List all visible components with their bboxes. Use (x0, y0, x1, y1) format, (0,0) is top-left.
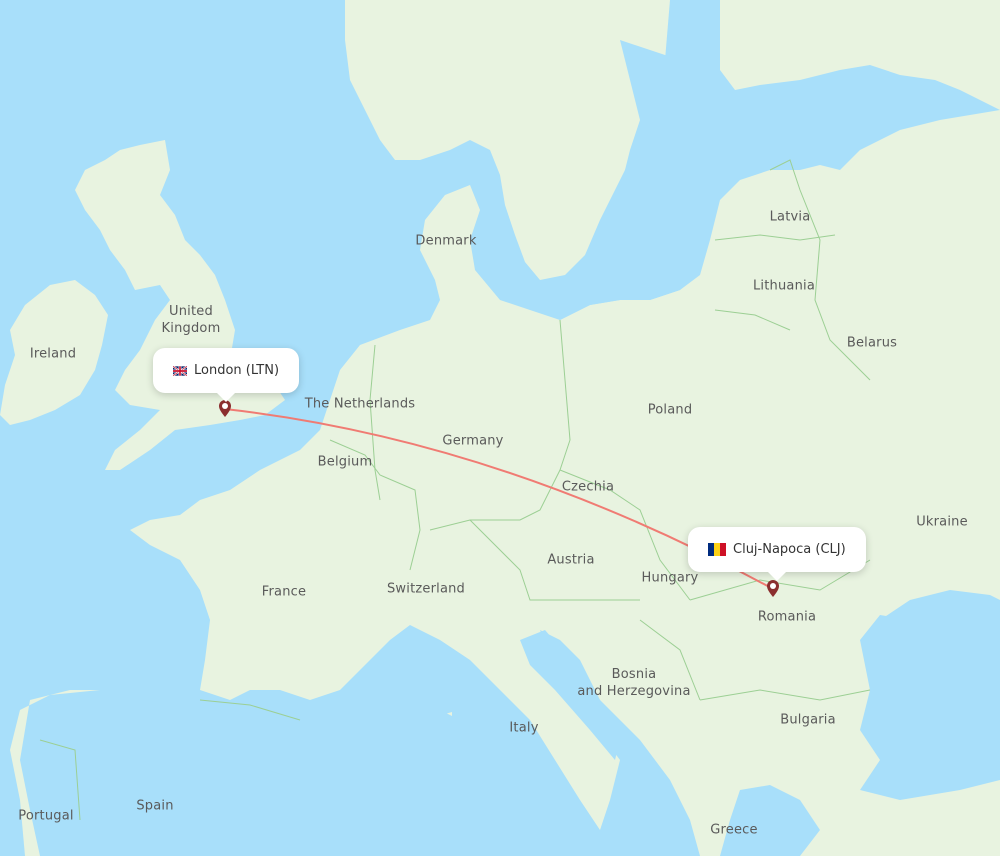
gb-flag-icon (173, 365, 187, 376)
label-bulgaria: Bulgaria (780, 712, 836, 728)
label-ukraine: Ukraine (916, 514, 968, 530)
label-united-kingdom: United Kingdom (162, 303, 221, 337)
label-france: France (261, 584, 307, 600)
label-belarus: Belarus (846, 335, 898, 351)
label-the-netherlands: The Netherlands (304, 396, 416, 412)
destination-airport-label: Cluj-Napoca (CLJ) (733, 542, 846, 557)
label-czechia: Czechia (561, 479, 615, 495)
label-denmark: Denmark (415, 233, 477, 249)
origin-airport-popup[interactable]: London (LTN) (153, 348, 300, 402)
label-greece: Greece (710, 822, 758, 838)
label-line: and Herzegovina (577, 684, 691, 699)
label-lithuania: Lithuania (752, 278, 816, 294)
label-switzerland: Switzerland (386, 581, 466, 597)
label-line: United (169, 304, 213, 319)
label-line: Bosnia (611, 667, 657, 682)
label-poland: Poland (647, 402, 693, 418)
origin-airport-label: London (LTN) (194, 363, 280, 378)
label-spain: Spain (136, 798, 174, 814)
label-romania: Romania (757, 609, 817, 625)
label-germany: Germany (442, 433, 504, 449)
label-austria: Austria (547, 552, 595, 568)
label-belgium: Belgium (317, 454, 373, 470)
label-latvia: Latvia (769, 209, 811, 225)
label-bosnia-and-herzegovina: Bosnia and Herzegovina (577, 666, 690, 700)
map-canvas[interactable] (0, 0, 1000, 856)
ro-flag-icon (708, 543, 726, 556)
label-ireland: Ireland (29, 346, 77, 362)
label-line: Kingdom (161, 321, 221, 336)
destination-airport-popup[interactable]: Cluj-Napoca (CLJ) (688, 527, 866, 581)
label-hungary: Hungary (641, 570, 699, 586)
label-italy: Italy (509, 720, 539, 736)
label-portugal: Portugal (18, 808, 74, 824)
